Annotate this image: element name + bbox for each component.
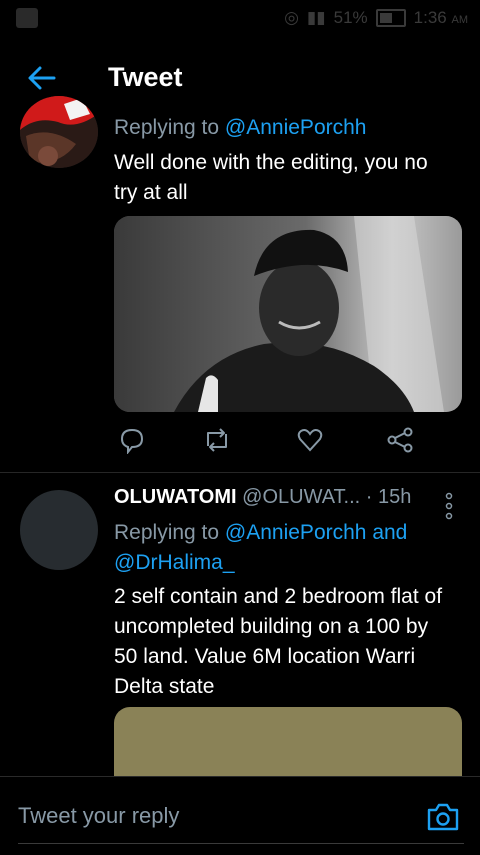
more-options-icon[interactable] (444, 492, 454, 520)
back-arrow-icon[interactable] (26, 62, 58, 94)
input-underline (18, 843, 464, 844)
share-icon[interactable] (386, 426, 416, 458)
display-name[interactable]: OLUWATOMI (114, 486, 237, 508)
clock: 1:36 AM (413, 8, 468, 27)
avatar[interactable] (20, 490, 98, 570)
battery-icon (375, 9, 406, 27)
avatar[interactable] (20, 96, 98, 168)
signal-icon: ▮▮ (306, 8, 326, 27)
user-handle: @OLUWAT... (242, 486, 361, 508)
status-right: ◎ ▮▮ 51% 1:36 AM (284, 8, 468, 28)
divider (0, 472, 480, 473)
reply-input[interactable]: Tweet your reply (18, 803, 179, 829)
tweet-photo[interactable] (114, 216, 462, 412)
battery-percent: 51% (333, 8, 368, 27)
reply-icon[interactable] (118, 426, 148, 458)
page-title: Tweet (108, 62, 183, 92)
gallery-notification-icon (16, 8, 38, 28)
mention-link[interactable]: @AnniePorchh (225, 116, 367, 139)
reply-composer: Tweet your reply (0, 776, 480, 855)
replying-to: Replying to @AnniePorchh (114, 116, 367, 139)
status-bar: ◎ ▮▮ 51% 1:36 AM (0, 0, 480, 36)
replying-to: Replying to @AnniePorchh and @DrHalima_ (114, 521, 408, 574)
mention-link[interactable]: @DrHalima_ (114, 551, 235, 574)
camera-icon[interactable] (426, 801, 460, 833)
mention-link[interactable]: @AnniePorchh (225, 521, 367, 544)
like-icon[interactable] (296, 426, 326, 458)
retweet-icon[interactable] (202, 426, 232, 458)
tweet-header: OLUWATOMI @OLUWAT... · 15h (114, 486, 464, 509)
tweet-text: 2 self contain and 2 bedroom flat of unc… (114, 585, 443, 698)
sync-icon: ◎ (284, 8, 299, 27)
tweet-time: · 15h (365, 486, 412, 508)
tweet-actions (114, 426, 414, 460)
tweet-text: Well done with the editing, you no try a… (114, 151, 428, 204)
